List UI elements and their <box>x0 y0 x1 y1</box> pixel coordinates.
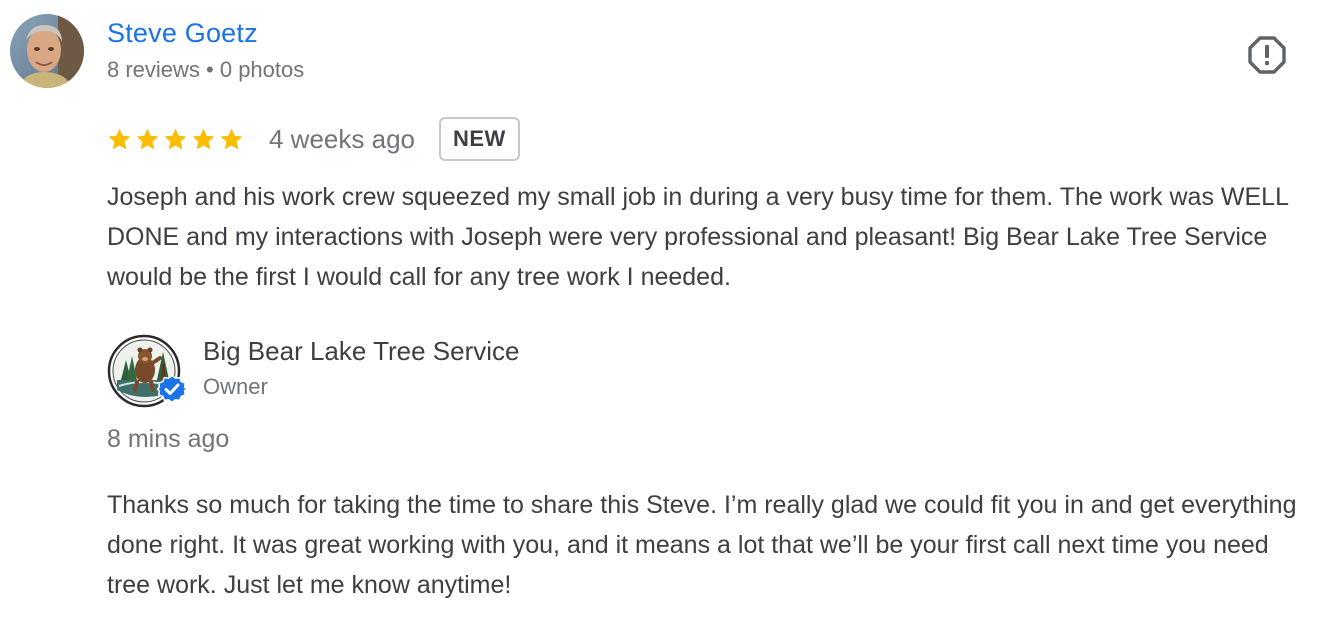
review-time: 4 weeks ago <box>269 123 415 154</box>
report-flag-icon[interactable] <box>1247 35 1287 75</box>
owner-logo[interactable] <box>107 334 187 412</box>
reply-time: 8 mins ago <box>107 425 230 453</box>
star-icon <box>136 128 159 149</box>
reviewer-avatar[interactable] <box>10 14 84 88</box>
verified-badge-icon <box>157 374 187 404</box>
star-rating <box>107 127 244 152</box>
star-icon <box>164 128 187 149</box>
owner-name: Big Bear Lake Tree Service <box>203 336 520 366</box>
reviewer-meta: 8 reviews • 0 photos <box>107 57 305 82</box>
star-icon <box>220 128 243 149</box>
review-text: Joseph and his work crew squeezed my sma… <box>107 183 1289 291</box>
rating-row: 4 weeks ago NEW <box>107 116 520 162</box>
star-icon <box>192 128 215 149</box>
star-icon <box>108 128 131 149</box>
owner-role: Owner <box>203 374 268 399</box>
reviewer-name-link[interactable]: Steve Goetz <box>107 18 258 49</box>
new-badge: NEW <box>438 117 520 161</box>
reply-text: Thanks so much for taking the time to sh… <box>107 491 1297 599</box>
